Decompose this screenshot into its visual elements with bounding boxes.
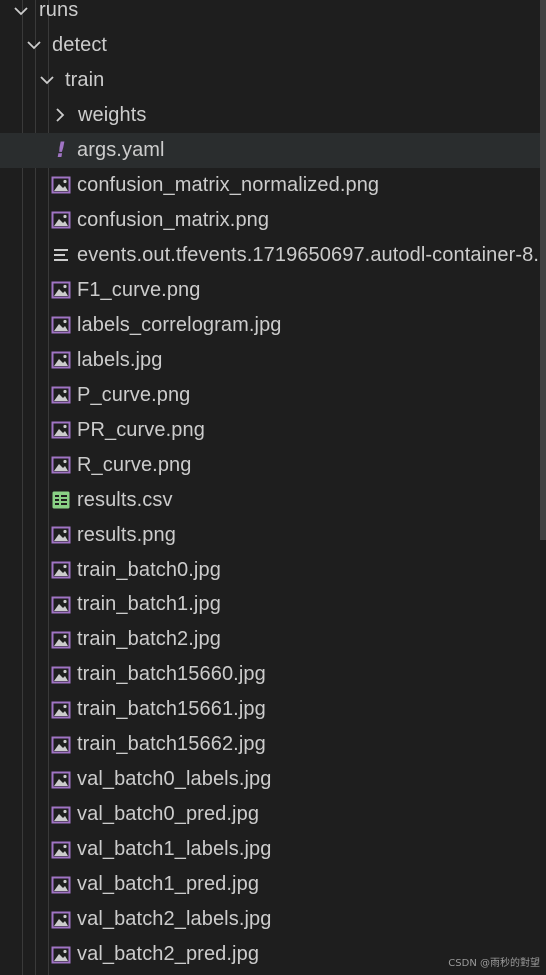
tree-item-label: train — [65, 68, 105, 91]
image-icon — [48, 627, 74, 653]
image-icon — [48, 312, 74, 338]
tree-item-label: runs — [39, 0, 79, 21]
tree-item-label: train_batch15662.jpg — [77, 733, 266, 756]
image-icon — [48, 662, 74, 688]
file-row-val-batch0-pred-jpg[interactable]: val_batch0_pred.jpg — [0, 797, 546, 832]
tree-item-label: events.out.tfevents.1719650697.autodl-co… — [77, 243, 546, 266]
image-icon — [48, 872, 74, 898]
file-row-val-batch0-labels-jpg[interactable]: val_batch0_labels.jpg — [0, 762, 546, 797]
tree-item-label: train_batch0.jpg — [77, 558, 221, 581]
tree-item-label: labels_correlogram.jpg — [77, 313, 282, 336]
tree-item-label: F1_curve.png — [77, 278, 201, 301]
image-icon — [48, 452, 74, 478]
file-row-p-curve-png[interactable]: P_curve.png — [0, 378, 546, 413]
file-row-train-batch0-jpg[interactable]: train_batch0.jpg — [0, 553, 546, 588]
tree-item-label: confusion_matrix.png — [77, 208, 270, 231]
image-icon — [48, 592, 74, 618]
file-row-train-batch15661-jpg[interactable]: train_batch15661.jpg — [0, 692, 546, 727]
csv-table-icon — [48, 487, 74, 513]
tree-item-label: labels.jpg — [77, 348, 163, 371]
image-icon — [48, 557, 74, 583]
chevron-down-icon — [35, 68, 59, 92]
tree-item-label: val_batch2_labels.jpg — [77, 908, 272, 931]
file-row-results-png[interactable]: results.png — [0, 518, 546, 553]
tree-item-label: weights — [78, 103, 147, 126]
file-row-val-batch2-labels-jpg[interactable]: val_batch2_labels.jpg — [0, 902, 546, 937]
file-row-train-batch15662-jpg[interactable]: train_batch15662.jpg — [0, 727, 546, 762]
yaml-icon: ! — [56, 137, 66, 162]
file-explorer: runs detect train weights! args.yaml confusio… — [0, 0, 546, 975]
file-row-train-batch2-jpg[interactable]: train_batch2.jpg — [0, 622, 546, 657]
file-row-args-yaml[interactable]: ! args.yaml — [0, 132, 546, 168]
file-row-events-out-tfevents-1719650697-autodl-container-8-[interactable]: events.out.tfevents.1719650697.autodl-co… — [0, 238, 546, 273]
chevron-down-icon — [9, 0, 33, 23]
tree-item-label: results.png — [77, 523, 176, 546]
image-icon — [48, 207, 74, 233]
tree-item-label: val_batch1_pred.jpg — [77, 873, 260, 896]
file-row-val-batch1-labels-jpg[interactable]: val_batch1_labels.jpg — [0, 832, 546, 867]
file-row-r-curve-png[interactable]: R_curve.png — [0, 448, 546, 483]
image-icon — [48, 277, 74, 303]
folder-row-detect[interactable]: detect — [0, 28, 546, 63]
tree-item-label: detect — [52, 33, 108, 56]
file-row-confusion-matrix-png[interactable]: confusion_matrix.png — [0, 203, 546, 238]
tree-item-label: val_batch1_labels.jpg — [77, 838, 272, 861]
text-file-icon — [48, 242, 74, 268]
file-row-val-batch1-pred-jpg[interactable]: val_batch1_pred.jpg — [0, 867, 546, 902]
folder-row-train[interactable]: train — [0, 63, 546, 98]
file-row-labels-jpg[interactable]: labels.jpg — [0, 343, 546, 378]
file-row-pr-curve-png[interactable]: PR_curve.png — [0, 413, 546, 448]
tree-item-label: train_batch15661.jpg — [77, 698, 266, 721]
file-row-labels-correlogram-jpg[interactable]: labels_correlogram.jpg — [0, 308, 546, 343]
tree-item-label: val_batch0_labels.jpg — [77, 768, 272, 791]
image-icon — [48, 417, 74, 443]
image-icon — [48, 907, 74, 933]
tree-item-label: PR_curve.png — [77, 418, 205, 441]
image-icon — [48, 767, 74, 793]
file-row-results-csv[interactable]: results.csv — [0, 483, 546, 518]
tree-item-label: confusion_matrix_normalized.png — [77, 173, 380, 196]
image-icon — [48, 732, 74, 758]
tree-item-label: val_batch2_pred.jpg — [77, 943, 260, 966]
file-row-confusion-matrix-normalized-png[interactable]: confusion_matrix_normalized.png — [0, 168, 546, 203]
image-icon — [48, 347, 74, 373]
image-icon — [48, 942, 74, 968]
file-row-train-batch15660-jpg[interactable]: train_batch15660.jpg — [0, 657, 546, 692]
tree-item-label: args.yaml — [77, 138, 165, 161]
folder-row-runs[interactable]: runs — [0, 0, 546, 28]
tree-item-label: train_batch2.jpg — [77, 628, 221, 651]
image-icon — [48, 172, 74, 198]
image-icon — [48, 697, 74, 723]
tree-item-label: results.csv — [77, 488, 173, 511]
file-row-train-batch1-jpg[interactable]: train_batch1.jpg — [0, 587, 546, 622]
image-icon — [48, 382, 74, 408]
vertical-scrollbar[interactable] — [540, 0, 546, 540]
file-row-f1-curve-png[interactable]: F1_curve.png — [0, 273, 546, 308]
chevron-down-icon — [22, 33, 46, 57]
tree-item-label: R_curve.png — [77, 453, 192, 476]
tree-item-label: P_curve.png — [77, 383, 191, 406]
image-icon — [48, 522, 74, 548]
chevron-right-icon — [48, 103, 72, 127]
tree-item-label: val_batch0_pred.jpg — [77, 803, 260, 826]
folder-row-weights[interactable]: weights — [0, 98, 546, 133]
watermark-text: CSDN @雨秒的對望 — [448, 958, 540, 969]
image-icon — [48, 837, 74, 863]
tree-item-label: train_batch1.jpg — [77, 593, 221, 616]
image-icon — [48, 802, 74, 828]
tree-item-label: train_batch15660.jpg — [77, 663, 266, 686]
